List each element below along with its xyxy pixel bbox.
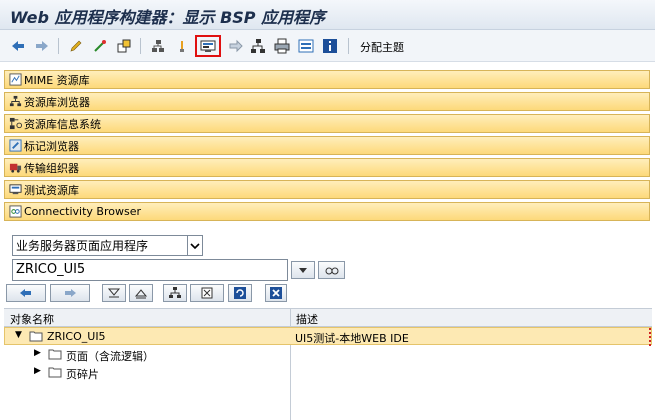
printer-icon[interactable] bbox=[272, 36, 292, 56]
mime-repository-icon bbox=[8, 73, 22, 87]
collapse-icon[interactable] bbox=[102, 284, 126, 302]
nav-label: 传输组织器 bbox=[24, 161, 79, 175]
object-tree: 对象名称 描述 ▼ ZRICO_UI5 UI5测试-本地WEB IDE ▶ 页面… bbox=[4, 308, 652, 420]
tree-back-button[interactable] bbox=[6, 284, 46, 302]
wand-icon[interactable] bbox=[90, 36, 110, 56]
chevron-down-icon[interactable] bbox=[187, 236, 202, 255]
connectivity-browser-icon bbox=[8, 205, 22, 219]
repository-browser-icon bbox=[8, 95, 22, 109]
tree-item-name: 页碎片 bbox=[66, 368, 99, 381]
tree-item-name: ZRICO_UI5 bbox=[47, 330, 106, 343]
tree-header: 对象名称 描述 bbox=[4, 309, 652, 327]
tree-item-description: UI5测试-本地WEB IDE bbox=[295, 332, 409, 345]
nav-transport-organizer[interactable]: 传输组织器 bbox=[4, 158, 650, 177]
hierarchy-icon[interactable] bbox=[163, 284, 187, 302]
tree-row[interactable]: ▼ ZRICO_UI5 UI5测试-本地WEB IDE bbox=[4, 327, 652, 346]
tag-browser-icon bbox=[8, 139, 22, 153]
expand-icon[interactable] bbox=[129, 284, 153, 302]
tree-row[interactable]: ▶ 页面（含流逻辑） bbox=[4, 346, 652, 364]
nav-label: 标记浏览器 bbox=[24, 139, 79, 153]
layout-menu-icon[interactable] bbox=[190, 284, 224, 302]
expand-right-icon[interactable]: ▶ bbox=[34, 366, 41, 376]
close-icon[interactable] bbox=[265, 284, 287, 302]
tree-structure-icon[interactable] bbox=[248, 36, 268, 56]
nav-repository-info-system[interactable]: 资源库信息系统 bbox=[4, 114, 650, 133]
test-repository-icon bbox=[8, 183, 22, 197]
folder-icon bbox=[48, 349, 62, 360]
expand-down-icon[interactable]: ▼ bbox=[15, 330, 22, 340]
expand-right-icon[interactable]: ▶ bbox=[34, 348, 41, 358]
title-bar: Web 应用程序构建器：显示 BSP 应用程序 bbox=[0, 0, 655, 30]
application-toolbar: 分配主题 bbox=[0, 30, 655, 62]
window-title: Web 应用程序构建器：显示 BSP 应用程序 bbox=[10, 8, 326, 27]
nav-label: 资源库信息系统 bbox=[24, 117, 101, 131]
nav-label: 资源库浏览器 bbox=[24, 95, 90, 109]
nav-repository-browser[interactable]: 资源库浏览器 bbox=[4, 92, 650, 111]
nav-mime-repository[interactable]: MIME 资源库 bbox=[4, 70, 650, 89]
tree-forward-button[interactable] bbox=[50, 284, 90, 302]
edit-pencil-icon[interactable] bbox=[66, 36, 86, 56]
display-glasses-button[interactable] bbox=[318, 261, 345, 279]
refresh-icon[interactable] bbox=[228, 284, 252, 302]
assign-theme-button[interactable]: 分配主题 bbox=[360, 39, 404, 55]
nav-label: MIME 资源库 bbox=[24, 73, 90, 87]
tree-item-name: 页面（含流逻辑） bbox=[66, 350, 154, 363]
tree-row[interactable]: ▶ 页碎片 bbox=[4, 364, 652, 382]
repository-info-system-icon bbox=[8, 117, 22, 131]
column-header-description[interactable]: 描述 bbox=[296, 311, 318, 327]
nav-test-repository[interactable]: 测试资源库 bbox=[4, 180, 650, 199]
nav-connectivity-browser[interactable]: Connectivity Browser bbox=[4, 202, 650, 221]
navigation-icon[interactable] bbox=[226, 36, 246, 56]
hierarchy-icon[interactable] bbox=[148, 36, 168, 56]
forward-arrow-icon[interactable] bbox=[32, 36, 52, 56]
object-type-value: 业务服务器页面应用程序 bbox=[16, 239, 149, 253]
object-name-input[interactable]: ZRICO_UI5 bbox=[12, 259, 288, 281]
nav-label: 测试资源库 bbox=[24, 183, 79, 197]
test-monitor-icon[interactable] bbox=[195, 35, 221, 57]
dropdown-arrow-button[interactable] bbox=[291, 261, 315, 279]
back-arrow-icon[interactable] bbox=[8, 36, 28, 56]
transport-organizer-icon bbox=[8, 161, 22, 175]
column-header-name[interactable]: 对象名称 bbox=[10, 311, 54, 327]
toolbar-separator bbox=[140, 38, 141, 54]
display-object-icon[interactable] bbox=[296, 36, 316, 56]
nav-tag-browser[interactable]: 标记浏览器 bbox=[4, 136, 650, 155]
folder-icon bbox=[48, 367, 62, 378]
lightbulb-icon[interactable] bbox=[172, 36, 192, 56]
toolbar-separator bbox=[348, 38, 349, 54]
red-dotted-marker bbox=[649, 328, 651, 346]
nav-label: Connectivity Browser bbox=[24, 205, 141, 218]
object-list-icon[interactable] bbox=[114, 36, 134, 56]
folder-open-icon bbox=[29, 331, 43, 342]
toolbar-separator bbox=[58, 38, 59, 54]
object-type-select[interactable]: 业务服务器页面应用程序 bbox=[12, 235, 203, 256]
info-icon[interactable] bbox=[320, 36, 340, 56]
